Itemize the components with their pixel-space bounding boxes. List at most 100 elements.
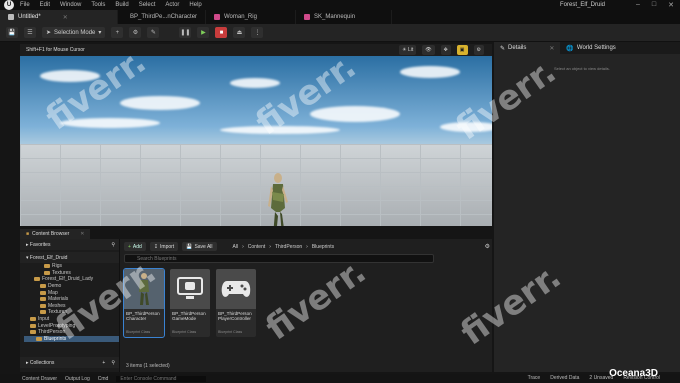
play-icon[interactable]: ▶ xyxy=(197,27,210,38)
minimize-icon[interactable]: – xyxy=(636,1,640,9)
tree-item[interactable]: Demo xyxy=(24,283,119,290)
save-all-label: Save All xyxy=(194,243,213,250)
tree-item[interactable]: Rigs xyxy=(24,263,119,270)
tree-item[interactable]: Materials xyxy=(24,296,119,303)
more-options-icon[interactable]: ⋮ xyxy=(251,27,264,38)
maximize-icon[interactable]: □ xyxy=(652,1,656,9)
tab-bp-character[interactable]: BP_ThirdPe...nCharacter xyxy=(118,10,206,24)
add-actor-icon[interactable]: + xyxy=(111,27,124,38)
asset-name: BP_ThirdPerson Character xyxy=(126,311,160,321)
menu-help[interactable]: Help xyxy=(189,2,201,8)
main-menu: File Edit Window Tools Build Select Acto… xyxy=(20,2,202,8)
close-icon[interactable]: ✕ xyxy=(549,45,554,52)
title-bar: U File Edit Window Tools Build Select Ac… xyxy=(0,0,680,10)
root-header[interactable]: ▾ Forest_Elf_Druid xyxy=(20,252,119,263)
tree-item[interactable]: Input xyxy=(24,316,119,323)
world-icon: 🌐 xyxy=(566,45,574,52)
tab-content-browser[interactable]: ■ Content Browser ✕ xyxy=(20,229,91,239)
folder-icon xyxy=(40,310,46,315)
add-collection-icon[interactable]: + xyxy=(102,360,105,366)
trace-button[interactable]: Trace xyxy=(528,375,541,381)
folder-icon xyxy=(30,317,36,322)
camera-speed-button[interactable]: ▣ xyxy=(456,45,468,55)
derived-data-button[interactable]: Derived Data xyxy=(550,375,579,381)
transform-tools-button[interactable]: ✥ xyxy=(440,45,451,55)
content-icon[interactable]: ☰ xyxy=(24,27,36,38)
cmd-dropdown[interactable]: Cmd xyxy=(98,376,109,382)
add-button[interactable]: + Add xyxy=(124,242,146,251)
tree-label: Textures xyxy=(48,309,67,316)
tab-woman-rig[interactable]: Woman_Rig xyxy=(206,10,296,24)
console-input[interactable]: Enter Console Command xyxy=(116,375,207,382)
collections-header[interactable]: ▸ Collections + ⚲ xyxy=(20,357,119,368)
favorites-label: Favorites xyxy=(29,241,51,248)
tree-item[interactable]: ThirdPerson xyxy=(24,329,119,336)
content-browser-toolbar: + Add ↧ Import 💾 Save All All › Content › … xyxy=(124,241,490,252)
tree-label: Forest_Elf_Druid_Lady xyxy=(42,276,94,283)
tab-details[interactable]: ✎ Details ✕ xyxy=(494,42,561,54)
corner-watermark: Oceana3D xyxy=(609,368,658,379)
skeleton-icon xyxy=(304,14,310,20)
tree-item[interactable]: Meshes xyxy=(24,303,119,310)
tree-label: LevelPrototyping xyxy=(38,322,76,329)
search-icon[interactable]: ⚲ xyxy=(111,360,115,366)
asset-tile-character[interactable]: BP_ThirdPerson Character Blueprint Class xyxy=(123,268,165,338)
tab-untitled[interactable]: Untitled* ✕ xyxy=(0,10,118,24)
details-empty-hint: Select an object to view details. xyxy=(554,66,610,71)
folder-icon xyxy=(30,330,36,335)
close-icon[interactable]: ✕ xyxy=(80,231,84,237)
stop-icon[interactable]: ■ xyxy=(215,27,228,38)
tree-item[interactable]: Map xyxy=(24,289,119,296)
breadcrumb-item[interactable]: Blueprints xyxy=(312,244,334,250)
folder-icon xyxy=(40,297,46,302)
folder-icon xyxy=(44,264,50,269)
selection-mode-label: Selection Mode xyxy=(54,29,96,36)
tab-sk-mannequin[interactable]: SK_Mannequin xyxy=(296,10,392,24)
move-icon: ✥ xyxy=(443,47,448,53)
tree-item[interactable]: Textures xyxy=(24,309,119,316)
folder-icon xyxy=(40,290,46,295)
close-tab-icon[interactable]: ✕ xyxy=(63,14,68,21)
viewport-settings-button[interactable]: ⚙ xyxy=(473,45,484,55)
cinematics-icon[interactable]: ✎ xyxy=(147,27,160,38)
close-icon[interactable]: ✕ xyxy=(668,1,674,9)
menu-build[interactable]: Build xyxy=(115,2,128,8)
menu-select[interactable]: Select xyxy=(139,2,156,8)
tree-item[interactable]: LevelPrototyping xyxy=(24,322,119,329)
save-all-button[interactable]: 💾 Save All xyxy=(182,242,217,251)
plus-icon: + xyxy=(128,243,131,250)
unreal-logo-icon[interactable]: U xyxy=(4,0,14,10)
tree-item[interactable]: Blueprints xyxy=(24,335,119,343)
content-drawer-button[interactable]: Content Drawer xyxy=(22,376,57,382)
blueprint-menu-icon[interactable]: ⚙ xyxy=(129,27,142,38)
menu-window[interactable]: Window xyxy=(60,2,81,8)
asset-tile-gamemode[interactable]: BP_ThirdPerson GameMode Blueprint Class xyxy=(170,269,210,337)
lit-mode-button[interactable]: ☀ Lit xyxy=(399,45,417,55)
asset-tile-playercontroller[interactable]: BP_ThirdPerson PlayerController Blueprin… xyxy=(216,269,256,337)
import-icon: ↧ xyxy=(153,243,159,250)
breadcrumb-item[interactable]: ThirdPerson xyxy=(275,244,302,250)
selection-mode-button[interactable]: ➤ Selection Mode ▾ xyxy=(42,27,106,38)
tree-item[interactable]: Forest_Elf_Druid_Lady xyxy=(24,276,119,283)
search-icon[interactable]: ⚲ xyxy=(111,242,115,248)
menu-tools[interactable]: Tools xyxy=(91,2,105,8)
output-log-button[interactable]: Output Log xyxy=(65,376,90,382)
menu-file[interactable]: File xyxy=(20,2,30,8)
level-viewport[interactable] xyxy=(20,56,492,226)
elf-druid-character[interactable] xyxy=(267,172,289,226)
favorites-header[interactable]: ▸ Favorites ⚲ xyxy=(20,239,119,250)
asset-search-input[interactable]: Search Blueprints xyxy=(124,254,434,263)
breadcrumb-item[interactable]: Content xyxy=(248,244,266,250)
settings-icon[interactable]: ⚙ xyxy=(485,243,490,250)
tree-item[interactable]: Textures xyxy=(24,270,119,277)
show-flags-button[interactable]: 👁 xyxy=(422,45,435,55)
save-icon[interactable]: 💾 xyxy=(6,27,18,38)
eject-icon[interactable]: ⏏ xyxy=(233,27,246,38)
breadcrumb-item[interactable]: All xyxy=(233,244,239,250)
import-button[interactable]: ↧ Import xyxy=(149,242,179,251)
menu-edit[interactable]: Edit xyxy=(40,2,50,8)
tab-world-settings[interactable]: 🌐 World Settings xyxy=(560,42,621,54)
pause-icon[interactable]: ❚❚ xyxy=(179,27,192,38)
tab-label: Woman_Rig xyxy=(224,14,257,20)
menu-actor[interactable]: Actor xyxy=(165,2,179,8)
